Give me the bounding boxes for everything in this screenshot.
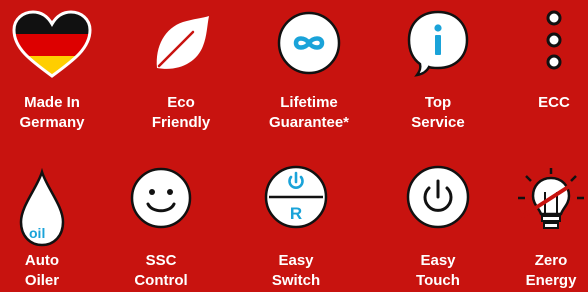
oil-text: oil: [29, 225, 45, 241]
feature-lifetime-guarantee: Lifetime Guarantee*: [244, 0, 374, 145]
feature-label-line2: Control: [134, 272, 188, 289]
feature-label: Auto Oiler: [0, 251, 107, 291]
feature-label-line2: Oiler: [24, 272, 60, 289]
leaf-icon: [156, 16, 209, 69]
feature-label: Lifetime Guarantee*: [244, 93, 374, 133]
zero-energy-bulb-icon: [518, 168, 584, 229]
feature-label-line2: Service: [411, 114, 465, 131]
feature-label: SSC Control: [96, 251, 226, 291]
feature-label-line1: ECC: [538, 94, 570, 111]
feature-label-line1: Eco: [167, 94, 195, 111]
feature-label-line2: Switch: [271, 272, 321, 289]
feature-label: Top Service: [373, 93, 503, 133]
feature-top-service: Top Service: [373, 0, 503, 145]
feature-label-line2: Friendly: [151, 114, 211, 131]
feature-label-line1: Easy: [420, 252, 456, 269]
infinity-icon: [277, 11, 341, 75]
feature-label-line1: Easy: [278, 252, 314, 269]
feature-label: ECC: [489, 93, 588, 113]
feature-label-line1: Top: [424, 94, 452, 111]
feature-ssc-control: SSC Control: [96, 148, 226, 292]
feature-easy-switch: R Easy Switch: [231, 148, 361, 292]
feature-label-line1: Made In: [24, 94, 80, 111]
feature-label: Eco Friendly: [116, 93, 246, 133]
feature-label-line1: Lifetime: [280, 94, 338, 111]
feature-label: Easy Touch: [373, 251, 503, 291]
feature-label-line2: Energy: [525, 272, 577, 289]
germany-heart-icon: [12, 10, 92, 78]
power-touch-icon: [406, 165, 470, 229]
feature-easy-touch: Easy Touch: [373, 148, 503, 292]
feature-zero-energy: Zero Energy: [486, 148, 588, 292]
feature-label: Easy Switch: [231, 251, 361, 291]
feature-ecc: ECC: [489, 0, 588, 145]
feature-label-line1: Auto: [24, 252, 60, 269]
feature-label: Made In Germany: [0, 93, 117, 133]
info-speech-bubble-icon: [407, 10, 469, 77]
switch-dial-icon: R: [264, 165, 328, 229]
feature-label-line1: Zero: [534, 252, 568, 269]
ecc-dots-icon: [546, 10, 562, 70]
feature-made-in-germany: Made In Germany: [0, 0, 117, 145]
switch-r-text: R: [290, 204, 302, 223]
feature-label-line1: SSC: [145, 252, 177, 269]
smiley-icon: [130, 167, 192, 229]
feature-label-line2: Guarantee*: [268, 114, 350, 131]
feature-eco-friendly: Eco Friendly: [116, 0, 246, 145]
feature-label-line2: Touch: [416, 272, 460, 289]
feature-label-line2: Germany: [19, 114, 85, 131]
feature-auto-oiler: oil Auto Oiler: [0, 148, 107, 292]
feature-label: Zero Energy: [486, 251, 588, 291]
oil-drop-icon: oil: [19, 168, 65, 247]
